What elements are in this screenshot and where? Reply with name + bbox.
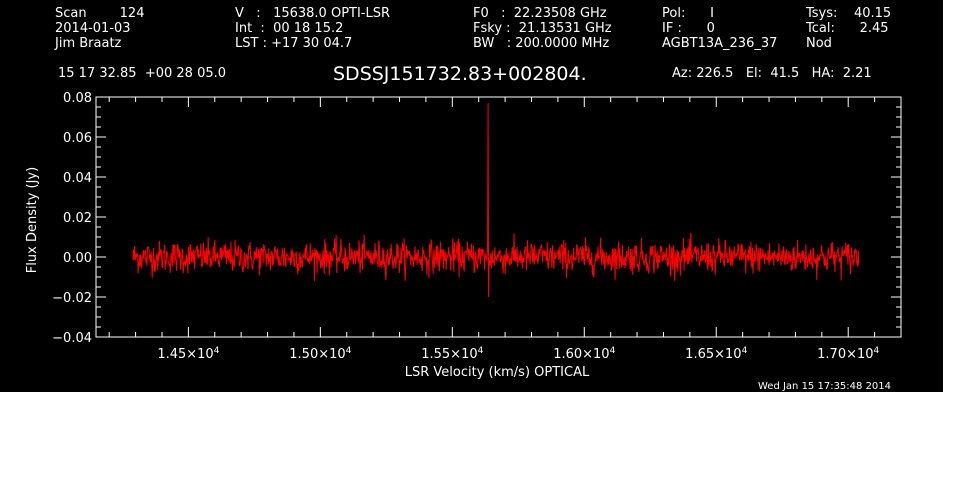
spectrum-plot-window: Scan 124 2014-01-03 Jim Braatz 15 17 32.… bbox=[0, 0, 943, 392]
y-tick-label: 0.08 bbox=[63, 91, 92, 106]
x-tick-label: 1.45×104 bbox=[157, 346, 219, 362]
x-tick-label: 1.65×104 bbox=[685, 346, 747, 362]
axis-ticks: 0.08 0.06 0.04 0.02 0.00 −0.02 −0.04 1.45×104 1.… bbox=[52, 91, 902, 362]
plot-border bbox=[95, 96, 902, 338]
y-tick-label: −0.04 bbox=[52, 331, 92, 346]
plot-timestamp: Wed Jan 15 17:35:48 2014 bbox=[758, 381, 892, 392]
spectrum-trace-group bbox=[132, 102, 860, 298]
x-tick-label: 1.55×104 bbox=[421, 346, 483, 362]
y-tick-label: −0.02 bbox=[52, 291, 92, 306]
y-tick-label: 0.06 bbox=[63, 131, 92, 146]
x-tick-label: 1.50×104 bbox=[289, 346, 351, 362]
plot-frame bbox=[95, 96, 902, 338]
y-tick-label: 0.04 bbox=[63, 171, 92, 186]
x-tick-label: 1.60×104 bbox=[553, 346, 615, 362]
spectrum-trace bbox=[132, 102, 860, 298]
y-axis-label: Flux Density (Jy) bbox=[25, 167, 40, 273]
y-tick-label: 0.00 bbox=[63, 251, 92, 266]
x-tick-label: 1.70×104 bbox=[817, 346, 879, 362]
spectrum-chart: 0.08 0.06 0.04 0.02 0.00 −0.02 −0.04 1.45×104 1.… bbox=[25, 91, 902, 380]
x-axis-label: LSR Velocity (km/s) OPTICAL bbox=[405, 365, 590, 380]
y-tick-label: 0.02 bbox=[63, 211, 92, 226]
